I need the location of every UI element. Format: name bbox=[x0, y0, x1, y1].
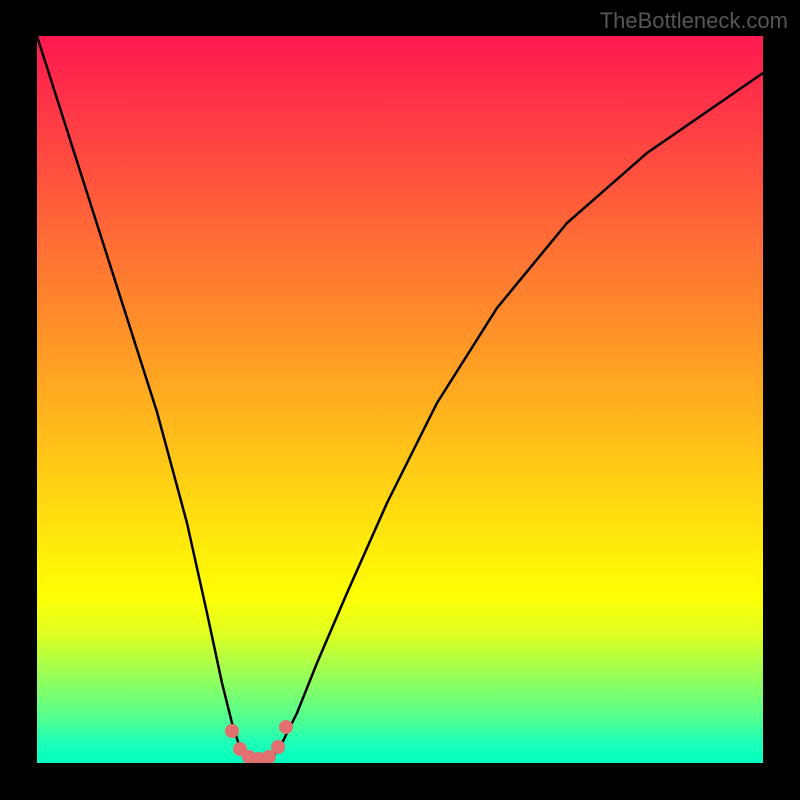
watermark-text: TheBottleneck.com bbox=[600, 8, 788, 34]
curve-marker bbox=[279, 720, 293, 734]
plot-area bbox=[37, 36, 763, 763]
curve-marker bbox=[271, 740, 285, 754]
curve-marker bbox=[225, 724, 239, 738]
chart-container: TheBottleneck.com bbox=[0, 0, 800, 800]
bottleneck-curve bbox=[37, 36, 763, 763]
